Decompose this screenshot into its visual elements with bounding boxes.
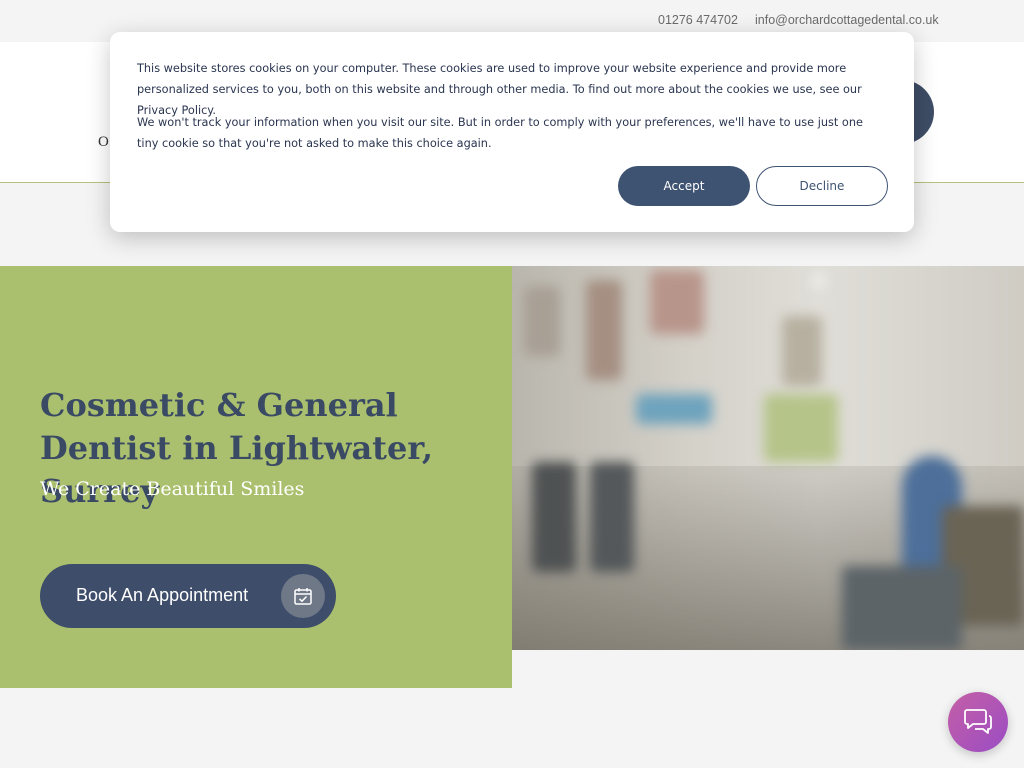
cookie-consent-dialog: This website stores cookies on your comp… xyxy=(110,32,914,232)
chat-launcher-button[interactable] xyxy=(948,692,1008,752)
calendar-check-icon xyxy=(281,574,325,618)
clinic-interior-photo xyxy=(512,266,1024,650)
chat-bubbles-icon xyxy=(963,707,993,738)
hero-subtitle: We Create Beautiful Smiles xyxy=(40,478,305,500)
book-appointment-label: Book An Appointment xyxy=(76,585,249,605)
cookie-preference-text: We won't track your information when you… xyxy=(137,116,863,150)
phone-link[interactable]: 01276 474702 xyxy=(658,13,738,27)
accept-cookies-button[interactable]: Accept xyxy=(618,166,750,206)
book-appointment-button[interactable]: Book An Appointment xyxy=(40,564,336,628)
email-link[interactable]: info@orchardcottagedental.co.uk xyxy=(755,13,939,27)
site-logo[interactable]: O xyxy=(98,134,109,151)
decline-cookies-button[interactable]: Decline xyxy=(756,166,888,206)
